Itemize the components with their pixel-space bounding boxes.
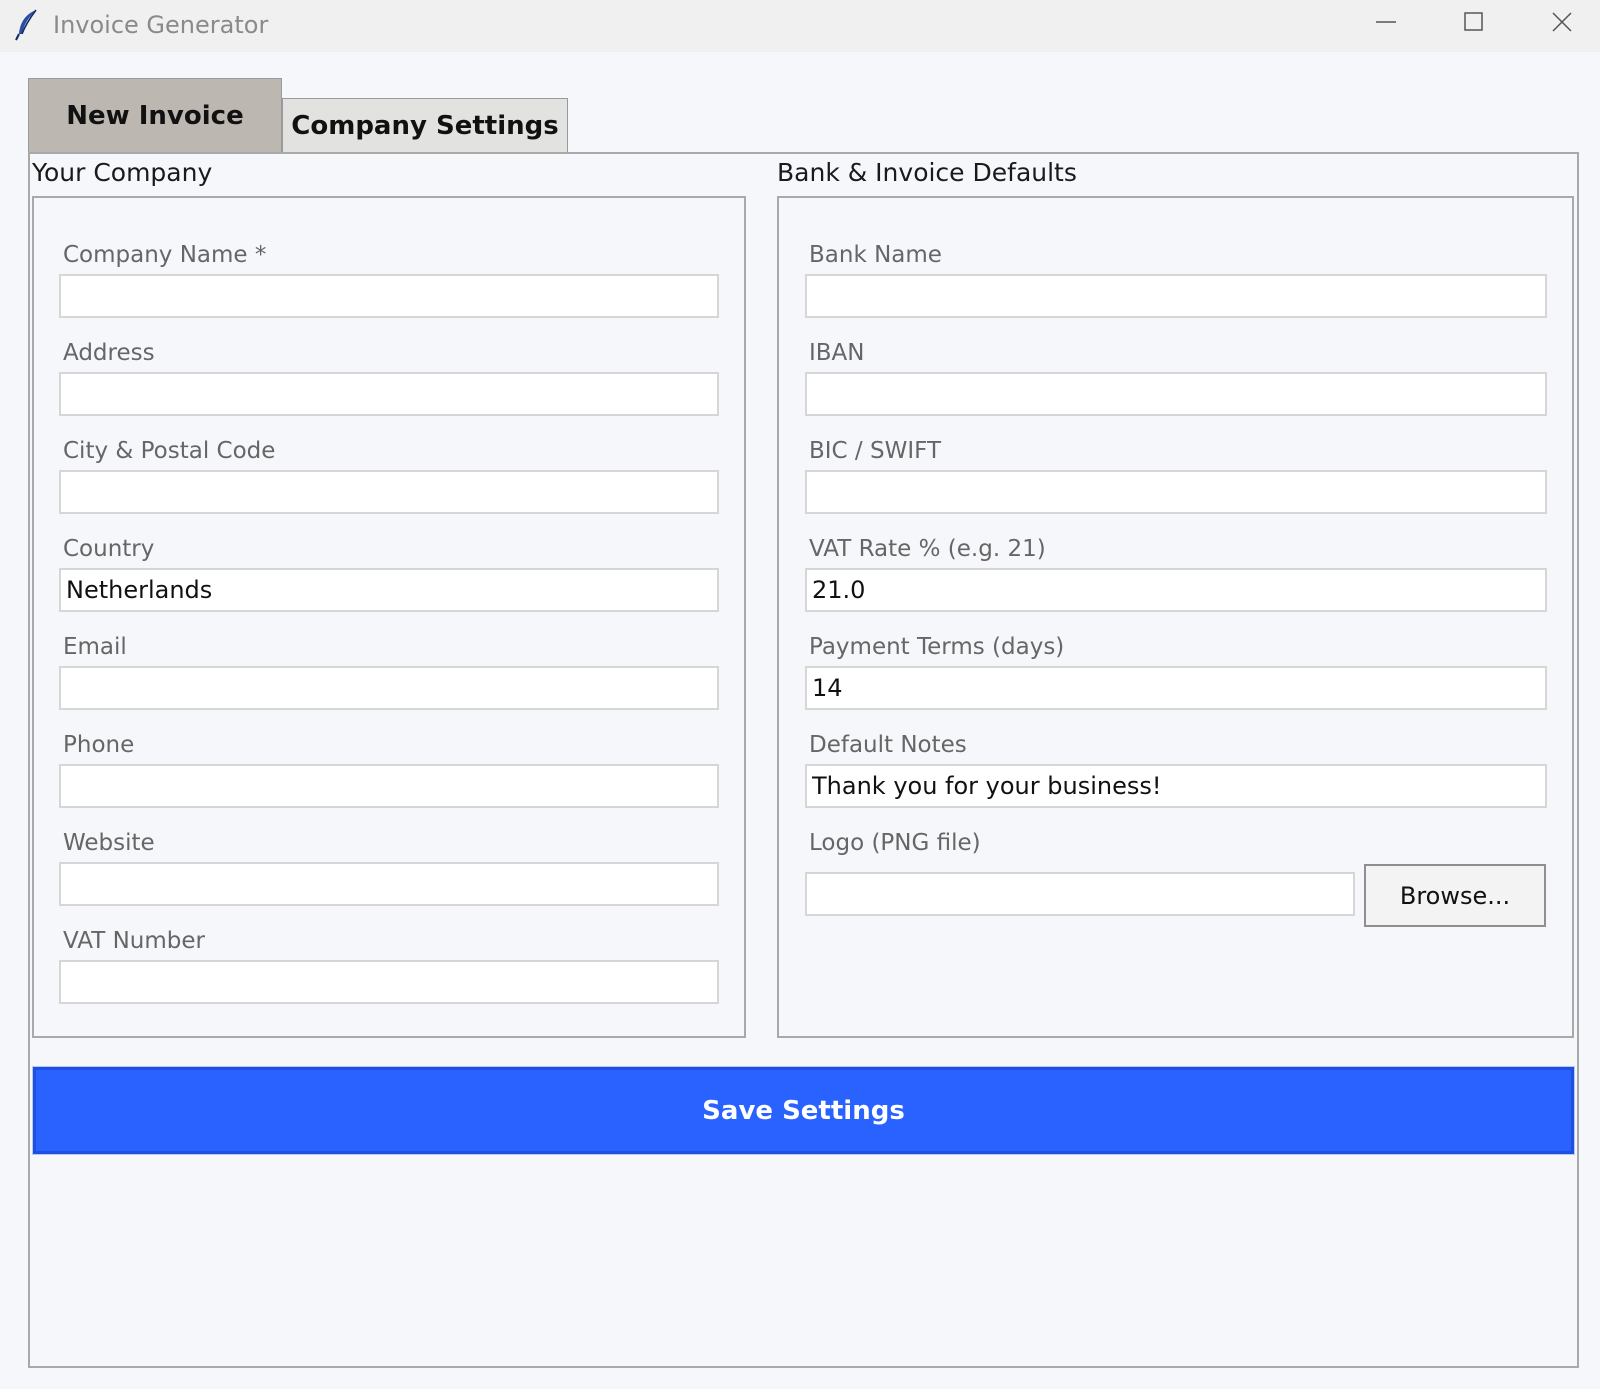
save-settings-button[interactable]: Save Settings: [32, 1066, 1575, 1155]
bic-swift-label: BIC / SWIFT: [809, 438, 941, 464]
tab-new-invoice[interactable]: New Invoice: [28, 78, 282, 152]
bank-name-input[interactable]: [805, 274, 1547, 318]
address-label: Address: [63, 340, 155, 366]
browse-button[interactable]: Browse...: [1364, 864, 1546, 927]
website-label: Website: [63, 830, 155, 856]
close-button[interactable]: [1518, 0, 1600, 48]
company-groupbox: [32, 196, 746, 1038]
minimize-icon: [1375, 11, 1397, 38]
country-input[interactable]: [59, 568, 719, 612]
iban-label: IBAN: [809, 340, 865, 366]
vat-rate-input[interactable]: [805, 568, 1547, 612]
payment-terms-input[interactable]: [805, 666, 1547, 710]
vat-number-input[interactable]: [59, 960, 719, 1004]
maximize-button[interactable]: [1430, 0, 1518, 48]
iban-input[interactable]: [805, 372, 1547, 416]
logo-path-input[interactable]: [805, 872, 1355, 916]
tab-company-settings[interactable]: Company Settings: [282, 98, 568, 152]
address-input[interactable]: [59, 372, 719, 416]
country-label: Country: [63, 536, 155, 562]
close-icon: [1551, 11, 1573, 38]
vat-rate-label: VAT Rate % (e.g. 21): [809, 536, 1046, 562]
payment-terms-label: Payment Terms (days): [809, 634, 1065, 660]
app-window: Invoice Generator New Invoice Company Se…: [0, 0, 1600, 1389]
bic-swift-input[interactable]: [805, 470, 1547, 514]
phone-input[interactable]: [59, 764, 719, 808]
vat-number-label: VAT Number: [63, 928, 205, 954]
logo-label: Logo (PNG file): [809, 830, 981, 856]
phone-label: Phone: [63, 732, 135, 758]
email-input[interactable]: [59, 666, 719, 710]
company-section-title: Your Company: [32, 158, 213, 187]
bank-section-title: Bank & Invoice Defaults: [777, 158, 1077, 187]
company-name-label: Company Name *: [63, 242, 267, 268]
maximize-icon: [1463, 11, 1485, 38]
company-name-input[interactable]: [59, 274, 719, 318]
default-notes-label: Default Notes: [809, 732, 967, 758]
minimize-button[interactable]: [1342, 0, 1430, 48]
email-label: Email: [63, 634, 127, 660]
city-postal-label: City & Postal Code: [63, 438, 276, 464]
title-bar: Invoice Generator: [0, 0, 1600, 52]
window-title: Invoice Generator: [53, 11, 269, 39]
feather-icon: [14, 8, 40, 42]
default-notes-input[interactable]: [805, 764, 1547, 808]
bank-name-label: Bank Name: [809, 242, 942, 268]
city-postal-input[interactable]: [59, 470, 719, 514]
website-input[interactable]: [59, 862, 719, 906]
